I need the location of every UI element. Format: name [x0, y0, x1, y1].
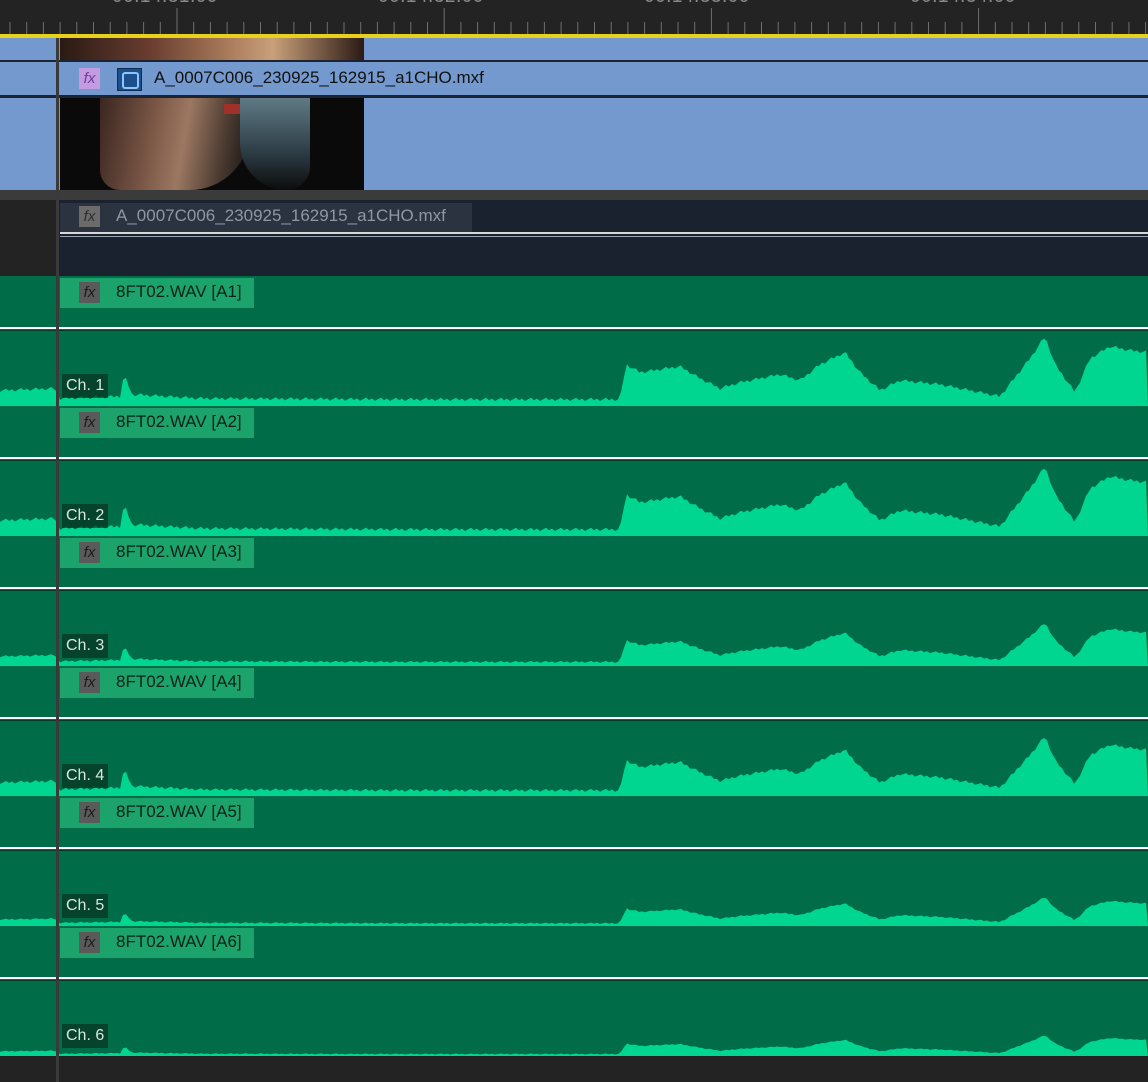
video-thumbnail	[60, 98, 364, 190]
audio-waveform	[0, 1035, 1148, 1056]
timeline-footer	[0, 1056, 1148, 1082]
fx-icon[interactable]: fx	[79, 282, 100, 303]
clip-divider	[0, 850, 1148, 851]
audio-clip[interactable]: fx 8FT02.WAV [A1] Ch. 1	[0, 276, 1148, 406]
clip-divider	[0, 330, 1148, 331]
channel-label: Ch. 6	[62, 1024, 109, 1048]
waveform-shape	[0, 624, 1148, 666]
audio-waveform	[0, 897, 1148, 926]
audio-clip-name: 8FT02.WAV [A6]	[116, 932, 242, 951]
volume-line[interactable]	[0, 587, 1148, 589]
channel-label: Ch. 5	[62, 894, 109, 918]
audio-clip-name: 8FT02.WAV [A1]	[116, 282, 242, 301]
channel-label: Ch. 4	[62, 764, 109, 788]
fx-icon[interactable]: fx	[79, 932, 100, 953]
opacity-line[interactable]	[60, 232, 1148, 234]
audio-clip[interactable]: fx 8FT02.WAV [A2] Ch. 2	[0, 406, 1148, 536]
volume-line[interactable]	[0, 977, 1148, 979]
volume-line[interactable]	[0, 847, 1148, 849]
track-header-gutter	[0, 200, 56, 276]
channel-label: Ch. 3	[62, 634, 109, 658]
clip-divider	[0, 980, 1148, 981]
fx-icon[interactable]: fx	[79, 412, 100, 433]
video-thumbnail-top	[60, 38, 364, 60]
fx-icon[interactable]: fx	[79, 68, 100, 89]
volume-line[interactable]	[0, 717, 1148, 719]
video-clip-name: A_0007C006_230925_162915_a1CHO.mxf	[154, 68, 484, 87]
audio-waveform	[0, 468, 1148, 536]
fx-icon[interactable]: fx	[79, 802, 100, 823]
waveform-shape	[0, 1035, 1148, 1056]
volume-line[interactable]	[0, 457, 1148, 459]
clip-divider	[0, 720, 1148, 721]
timecode-label: 00:14:34:00	[910, 0, 1016, 8]
clip-start-edge	[56, 38, 59, 1082]
waveform-shape	[0, 897, 1148, 926]
fx-icon[interactable]: fx	[79, 206, 100, 227]
waveform-shape	[0, 738, 1148, 796]
audio-clip[interactable]: fx 8FT02.WAV [A3] Ch. 3	[0, 536, 1148, 666]
timecode-label: 00:14:31:00	[112, 0, 218, 8]
clip-divider	[0, 460, 1148, 461]
audio-clip[interactable]: fx 8FT02.WAV [A5] Ch. 5	[0, 796, 1148, 926]
audio-waveform	[0, 738, 1148, 796]
time-ruler[interactable]: 00:14:31:00 00:14:32:00 00:14:33:00 00:1…	[0, 0, 1148, 34]
audio-clip-name: 8FT02.WAV [A4]	[116, 672, 242, 691]
audio-clip-name: 8FT02.WAV [A5]	[116, 802, 242, 821]
fx-icon[interactable]: fx	[79, 672, 100, 693]
audio-clip[interactable]: fx 8FT02.WAV [A4] Ch. 4	[0, 666, 1148, 796]
timecode-label: 00:14:32:00	[378, 0, 484, 8]
clip-divider	[60, 236, 1148, 237]
channel-label: Ch. 1	[62, 374, 109, 398]
track-divider	[0, 190, 1148, 200]
audio-clip[interactable]: fx 8FT02.WAV [A6] Ch. 6	[0, 926, 1148, 1056]
fx-icon[interactable]: fx	[79, 542, 100, 563]
clip-divider	[0, 590, 1148, 591]
audio-clip-name: 8FT02.WAV [A2]	[116, 412, 242, 431]
waveform-shape	[0, 468, 1148, 536]
audio-waveform	[0, 624, 1148, 666]
channel-label: Ch. 2	[62, 504, 109, 528]
timecode-label: 00:14:33:00	[644, 0, 750, 8]
volume-line[interactable]	[0, 327, 1148, 329]
muted-video-clip-name: A_0007C006_230925_162915_a1CHO.mxf	[116, 206, 446, 225]
audio-waveform	[0, 338, 1148, 406]
audio-clip-name: 8FT02.WAV [A3]	[116, 542, 242, 561]
linked-clip-icon	[117, 68, 142, 91]
clip-divider	[0, 60, 1148, 62]
waveform-shape	[0, 338, 1148, 406]
